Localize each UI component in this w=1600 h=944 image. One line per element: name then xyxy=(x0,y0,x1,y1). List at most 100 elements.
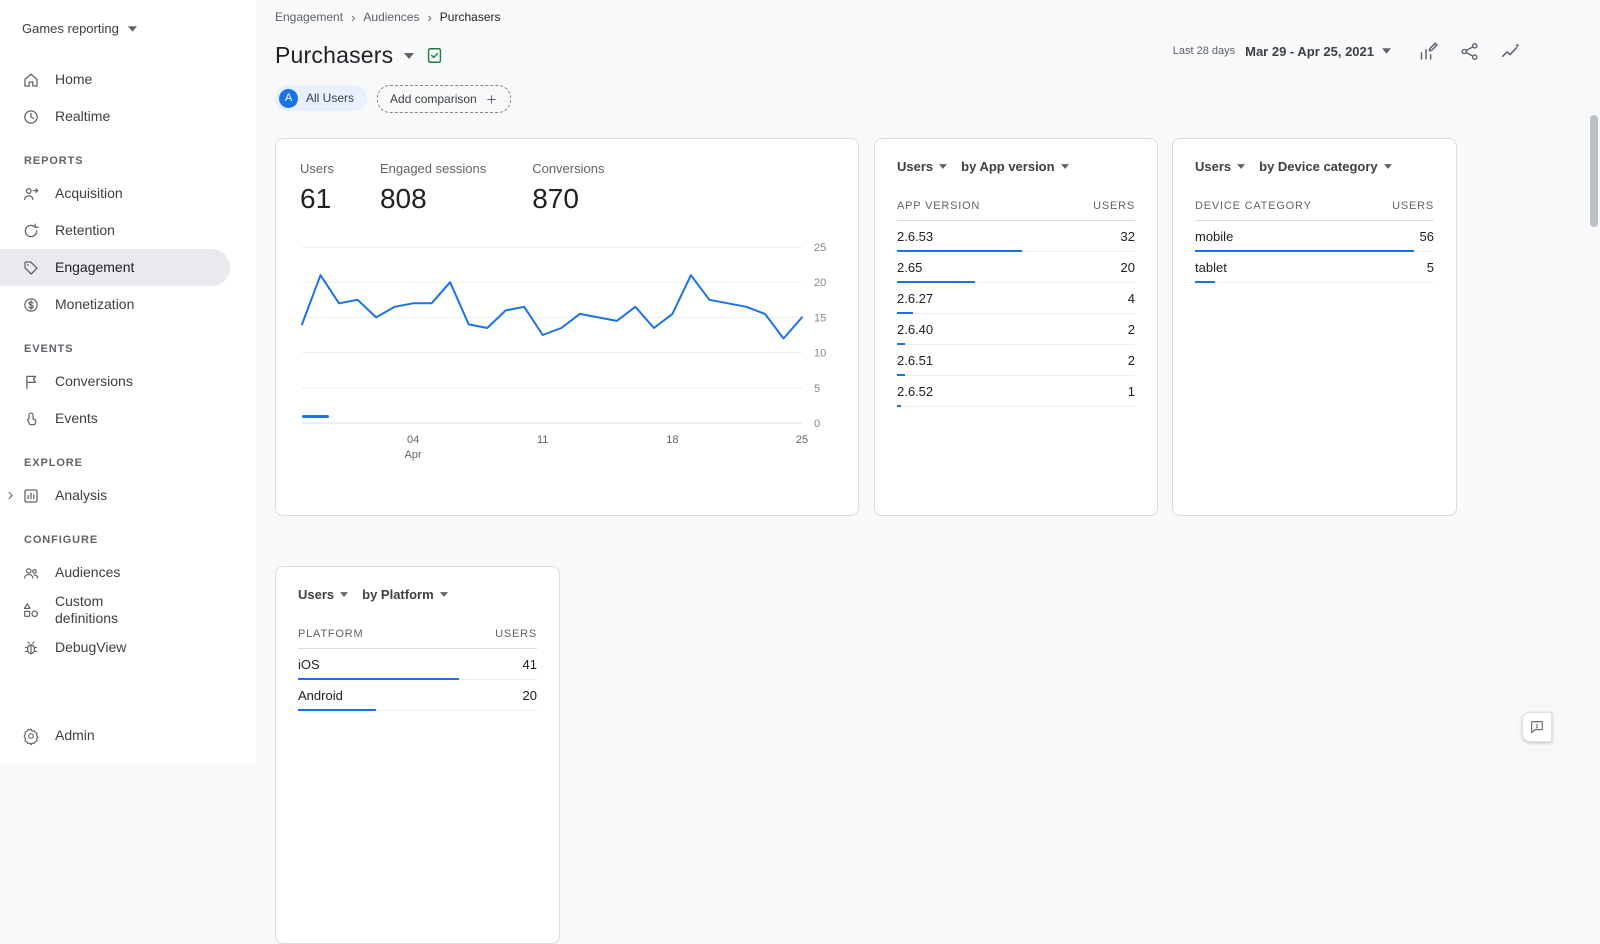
sidebar-section-events: EVENTS xyxy=(0,323,256,363)
report-title-dropdown[interactable] xyxy=(404,53,414,59)
sidebar: Games reporting HomeRealtimeREPORTSAcqui… xyxy=(0,0,256,763)
chevron-down-icon[interactable] xyxy=(1382,48,1391,54)
breadcrumb-item-audiences[interactable]: Audiences xyxy=(363,10,419,24)
sidebar-item-realtime[interactable]: Realtime xyxy=(0,98,230,135)
metric-tab-engaged-sessions[interactable]: Engaged sessions808 xyxy=(380,161,486,215)
chevron-down-icon xyxy=(440,592,448,597)
breadcrumb-item-engagement[interactable]: Engagement xyxy=(275,10,343,24)
sidebar-section-explore: EXPLORE xyxy=(0,437,256,477)
table-row-mobile[interactable]: mobile56 xyxy=(1195,221,1434,252)
comparison-chip-all-users[interactable]: A All Users xyxy=(275,85,367,111)
chevron-right-icon: › xyxy=(427,11,431,24)
property-selector[interactable]: Games reporting xyxy=(0,0,137,36)
comparison-chips: A All Users Add comparison xyxy=(275,85,511,113)
sidebar-item-home[interactable]: Home xyxy=(0,61,230,98)
comparison-label: All Users xyxy=(306,91,354,105)
share-button[interactable] xyxy=(1459,40,1481,62)
value-bar xyxy=(897,405,901,407)
title-row: Purchasers xyxy=(275,42,444,69)
date-range-control: Last 28 days Mar 29 - Apr 25, 2021 xyxy=(1173,40,1522,62)
acquisition-icon xyxy=(22,185,40,203)
scrollbar[interactable] xyxy=(1590,115,1598,227)
svg-text:18: 18 xyxy=(666,434,678,446)
date-range-value[interactable]: Mar 29 - Apr 25, 2021 xyxy=(1245,44,1374,59)
insights-button[interactable] xyxy=(1500,40,1522,62)
conversions-icon xyxy=(22,373,40,391)
analysis-icon xyxy=(22,487,40,505)
ga4-app: Games reporting HomeRealtimeREPORTSAcqui… xyxy=(0,0,1600,763)
feedback-button[interactable] xyxy=(1522,712,1552,742)
sidebar-item-engagement[interactable]: Engagement xyxy=(0,249,230,286)
table-header: DEVICE CATEGORYUSERS xyxy=(1195,200,1434,221)
table-row-tablet[interactable]: tablet5 xyxy=(1195,252,1434,283)
value-bar xyxy=(298,709,376,711)
svg-text:25: 25 xyxy=(814,242,826,254)
table-row-2-6-27[interactable]: 2.6.274 xyxy=(897,283,1135,314)
chevron-down-icon xyxy=(128,26,137,32)
table-row-2-65[interactable]: 2.6520 xyxy=(897,252,1135,283)
svg-text:Apr: Apr xyxy=(405,449,422,461)
feedback-icon xyxy=(1529,719,1545,735)
table-row-2-6-53[interactable]: 2.6.5332 xyxy=(897,221,1135,252)
property-name: Games reporting xyxy=(22,21,119,36)
metric-selector[interactable]: Users xyxy=(1195,159,1245,174)
card-header: Users by App version xyxy=(897,159,1135,174)
chevron-down-icon xyxy=(340,592,348,597)
dimension-selector[interactable]: by Platform xyxy=(362,587,448,602)
insights-icon xyxy=(1500,41,1522,62)
gear-icon xyxy=(22,727,40,745)
sidebar-item-events[interactable]: Events xyxy=(0,400,230,437)
breakdown-card-platform: Users by Platform PLATFORMUSERSiOS41Androi… xyxy=(275,566,560,944)
metric-tab-users[interactable]: Users61 xyxy=(300,161,334,215)
dimension-selector[interactable]: by App version xyxy=(961,159,1068,174)
sidebar-item-custom-definitions[interactable]: Custom definitions xyxy=(0,591,230,629)
sidebar-item-acquisition[interactable]: Acquisition xyxy=(0,175,230,212)
overview-card: Users61 Engaged sessions808 Conversions870… xyxy=(275,138,859,516)
customize-report-icon xyxy=(1418,41,1440,62)
table-header: PLATFORMUSERS xyxy=(298,628,537,649)
chevron-right-icon[interactable] xyxy=(4,489,17,502)
toolbar-icons xyxy=(1418,40,1522,62)
share-icon xyxy=(1459,41,1481,62)
table-row-android[interactable]: Android20 xyxy=(298,680,537,711)
table-row-2-6-52[interactable]: 2.6.521 xyxy=(897,376,1135,407)
breakdown-card-device-category: Users by Device category DEVICE CATEGORYUS… xyxy=(1172,138,1457,516)
table-row-2-6-51[interactable]: 2.6.512 xyxy=(897,345,1135,376)
sidebar-section-reports: REPORTS xyxy=(0,135,256,175)
breadcrumb: Engagement›Audiences›Purchasers xyxy=(275,10,501,24)
table-row-2-6-40[interactable]: 2.6.402 xyxy=(897,314,1135,345)
users-over-time-chart: 051015202504Apr111825 xyxy=(300,239,836,471)
card-header: Users by Device category xyxy=(1195,159,1434,174)
metric-tab-conversions[interactable]: Conversions870 xyxy=(532,161,604,215)
sidebar-item-analysis[interactable]: Analysis xyxy=(0,477,230,514)
avatar: A xyxy=(279,89,298,108)
sidebar-item-conversions[interactable]: Conversions xyxy=(0,363,230,400)
page-title: Purchasers xyxy=(275,42,393,69)
metric-selector[interactable]: Users xyxy=(897,159,947,174)
table-row-ios[interactable]: iOS41 xyxy=(298,649,537,680)
monetization-icon xyxy=(22,296,40,314)
chevron-down-icon xyxy=(939,164,947,169)
sidebar-item-debugview[interactable]: DebugView xyxy=(0,629,230,666)
svg-text:04: 04 xyxy=(407,434,419,446)
svg-text:25: 25 xyxy=(796,434,808,446)
value-bar xyxy=(1195,281,1215,283)
sidebar-item-monetization[interactable]: Monetization xyxy=(0,286,230,323)
clock-icon xyxy=(22,108,40,126)
engagement-icon xyxy=(22,259,40,277)
customize-report-button[interactable] xyxy=(1418,40,1440,62)
card-header: Users by Platform xyxy=(298,587,537,602)
breadcrumb-item-purchasers[interactable]: Purchasers xyxy=(440,10,501,24)
events-icon xyxy=(22,410,40,428)
sidebar-item-retention[interactable]: Retention xyxy=(0,212,230,249)
date-range-preset: Last 28 days xyxy=(1173,45,1235,57)
add-comparison-chip[interactable]: Add comparison xyxy=(377,85,511,113)
sidebar-item-admin[interactable]: Admin xyxy=(0,725,278,746)
metric-selector[interactable]: Users xyxy=(298,587,348,602)
svg-text:20: 20 xyxy=(814,277,826,289)
audiences-icon xyxy=(22,564,40,582)
retention-icon xyxy=(22,222,40,240)
sidebar-item-audiences[interactable]: Audiences xyxy=(0,554,230,591)
dimension-selector[interactable]: by Device category xyxy=(1259,159,1392,174)
debugview-icon xyxy=(22,639,40,657)
